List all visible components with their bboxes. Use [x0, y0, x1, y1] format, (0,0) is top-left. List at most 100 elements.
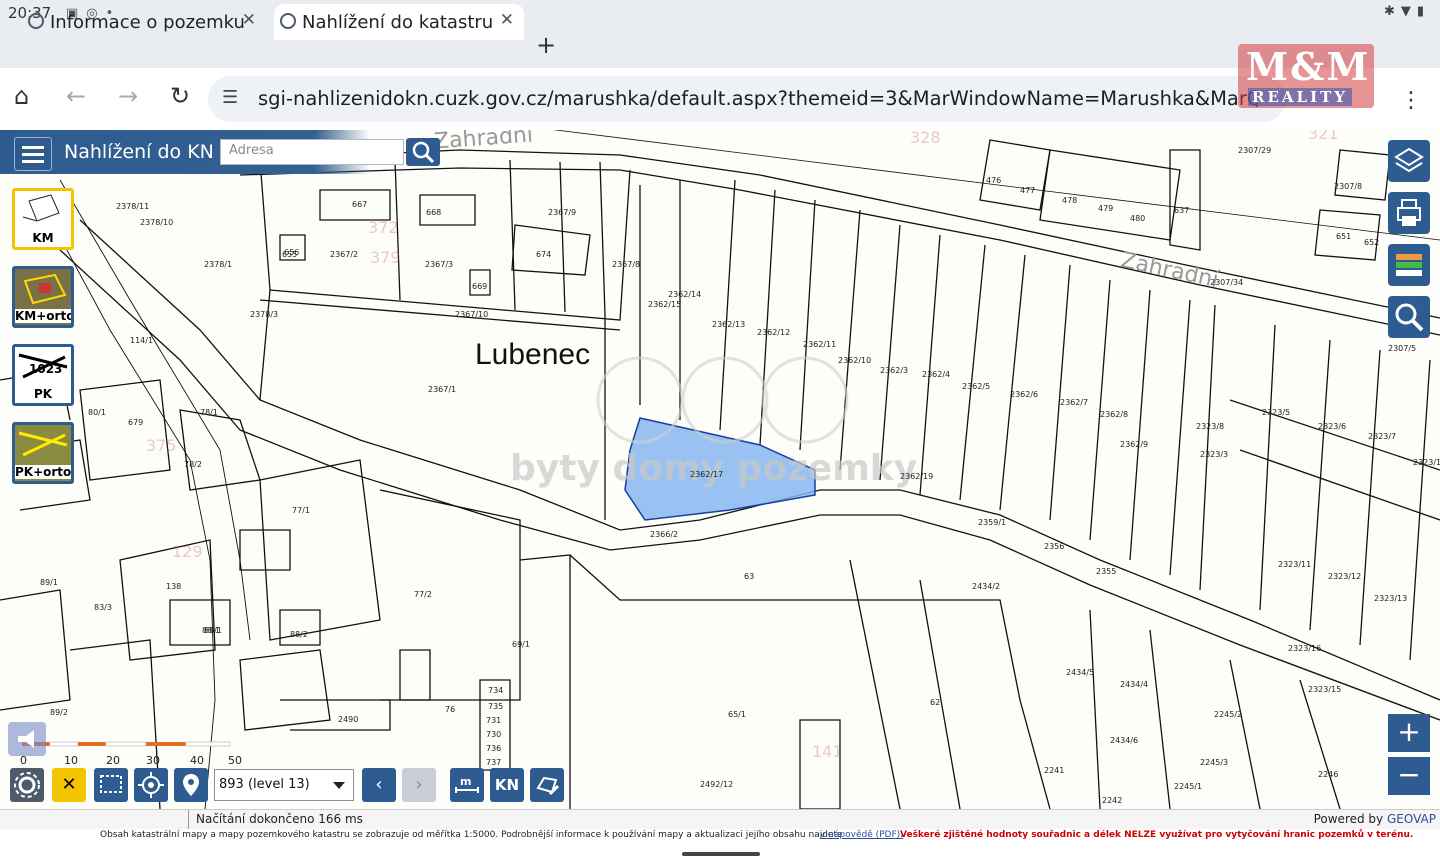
home-icon[interactable]: ⌂	[14, 82, 29, 110]
building-number: 736	[486, 744, 502, 753]
layer-pk-orto-button[interactable]: PK+orto	[12, 422, 74, 484]
gps-settings-button[interactable]	[10, 768, 44, 802]
search-button[interactable]	[406, 138, 440, 166]
scale-bar-graphic	[22, 741, 231, 747]
parcel-label: 2362/15	[648, 300, 682, 309]
search-tool-button[interactable]	[1388, 296, 1430, 338]
layers-icon	[1394, 147, 1424, 173]
select-area-button[interactable]	[94, 768, 128, 802]
chevron-left-icon: ‹	[375, 774, 383, 795]
parcel-label: 2367/3	[425, 260, 454, 269]
measure-overlay-button[interactable]	[8, 722, 46, 756]
tab-title: Nahlížení do katastru	[302, 11, 494, 33]
tab-nahlizeni[interactable]: Nahlížení do katastru ✕	[274, 4, 524, 40]
clear-selection-button[interactable]: ✕	[52, 768, 86, 802]
parcel-label: 2242	[1102, 796, 1123, 805]
help-pdf-link[interactable]: v nápovědě (PDF).	[820, 830, 903, 840]
reload-icon[interactable]: ↻	[170, 82, 190, 110]
print-button[interactable]	[1388, 192, 1430, 234]
new-tab-icon[interactable]: +	[536, 31, 556, 59]
zoom-out-button[interactable]: −	[1388, 757, 1430, 795]
parcel-label: 2362/8	[1100, 410, 1129, 419]
layer-label: KM	[32, 231, 54, 245]
place-marker-button[interactable]	[174, 768, 208, 802]
cadastral-map[interactable]: Lubenec Zahradní Zahradní byty domy poze…	[0, 130, 1440, 809]
parcel-label: 2434/2	[972, 582, 1001, 591]
load-status: Načítání dokončeno 166 ms	[196, 812, 363, 826]
parcel-label: 2323/5	[1262, 408, 1291, 417]
tab-title: Informace o pozemku	[50, 11, 245, 33]
house-number: 129	[172, 542, 203, 561]
hamburger-menu-icon[interactable]	[14, 137, 52, 171]
menu-icon[interactable]: ⋮	[1400, 88, 1422, 113]
close-tab-icon[interactable]: ✕	[500, 10, 514, 30]
powered-by: Powered by GEOVAP	[1314, 812, 1436, 826]
parcel-label: 2378/1	[204, 260, 233, 269]
parcel-label: 652	[1364, 238, 1380, 247]
parcel-label: 2359/1	[978, 518, 1007, 527]
parcel-label: 477	[1020, 186, 1036, 195]
layer-km-button[interactable]: KM	[12, 188, 74, 250]
svg-text:m: m	[460, 775, 471, 788]
parcel-label: 2323/10	[1413, 458, 1440, 467]
globe-icon	[280, 13, 296, 29]
parcel-label: 78/2	[184, 460, 202, 469]
map-status-line: Načítání dokončeno 166 ms Powered by GEO…	[0, 809, 1440, 830]
layer-pk-button[interactable]: 1023 PK	[12, 344, 74, 406]
next-extent-button[interactable]: ›	[402, 768, 436, 802]
locate-button[interactable]	[134, 768, 168, 802]
printer-icon	[1397, 199, 1421, 226]
parcel-label: 637	[1174, 206, 1190, 215]
parcel-label: 480	[1130, 214, 1146, 223]
tab-informace[interactable]: Informace o pozemku ✕	[22, 4, 266, 40]
parcel-label: 2362/12	[757, 328, 791, 337]
parcel-label: 2246	[1318, 770, 1339, 779]
parcel-label: 89/1	[40, 578, 58, 587]
parcel-label: 65/1	[728, 710, 746, 719]
parcel-label: 2323/13	[1374, 594, 1408, 603]
parcel-label: 83/3	[94, 603, 112, 612]
measure-button[interactable]: m	[450, 768, 484, 802]
chevron-down-icon	[333, 782, 345, 789]
previous-extent-button[interactable]: ‹	[362, 768, 396, 802]
close-tab-icon[interactable]: ✕	[242, 10, 256, 30]
back-icon[interactable]: ←	[66, 82, 86, 110]
parcel-label: 78/1	[200, 408, 218, 417]
parcel-label: 2323/11	[1278, 560, 1312, 569]
site-settings-icon[interactable]: ☰	[222, 87, 238, 108]
draw-polygon-button[interactable]	[530, 768, 564, 802]
parcel-label: 2367/1	[428, 385, 457, 394]
parcel-label: 2245/1	[1174, 782, 1203, 791]
address-bar[interactable]: ☰ sgi-nahlizenidokn.cuzk.gov.cz/marushka…	[208, 76, 1286, 122]
parcel-label: 2355	[1096, 567, 1117, 576]
parcel-label: 2367/2	[330, 250, 359, 259]
ruler-icon: m	[455, 775, 479, 793]
parcel-label: 2367/9	[548, 208, 577, 217]
chevron-right-icon: ›	[415, 774, 423, 795]
parcel-label: 476	[986, 176, 1002, 185]
address-search-input[interactable]: Adresa	[220, 139, 404, 165]
parcel-label: 88/1	[202, 626, 220, 635]
search-icon	[412, 141, 435, 164]
parcel-label: 89/2	[50, 708, 68, 717]
parcel-label: 2362/5	[962, 382, 991, 391]
reality-logo: M&M REALITY	[1238, 44, 1374, 108]
parcel-label: 674	[536, 250, 552, 259]
globe-icon	[28, 13, 44, 29]
parcel-label: 2362/10	[838, 356, 872, 365]
house-number: 328	[910, 130, 941, 147]
footer-disclaimer: Obsah katastrální mapy a mapy pozemkovéh…	[0, 829, 1440, 864]
legend-button[interactable]	[1388, 244, 1430, 286]
parcel-label: 76	[445, 705, 456, 714]
layer-km-orto-button[interactable]: KM+orto	[12, 266, 74, 328]
zoom-in-button[interactable]: +	[1388, 714, 1430, 752]
url-text[interactable]: sgi-nahlizenidokn.cuzk.gov.cz/marushka/d…	[258, 87, 1258, 110]
scale-select[interactable]: 893 (level 13)	[214, 769, 354, 801]
geovap-link[interactable]: GEOVAP	[1387, 812, 1436, 826]
forward-icon[interactable]: →	[118, 82, 138, 110]
kn-info-button[interactable]: KN	[490, 768, 524, 802]
parcel-label: 2362/3	[880, 366, 909, 375]
layers-button[interactable]	[1388, 140, 1430, 182]
parcel-label: 667	[352, 200, 368, 209]
layer-label: KM+orto	[15, 309, 74, 323]
